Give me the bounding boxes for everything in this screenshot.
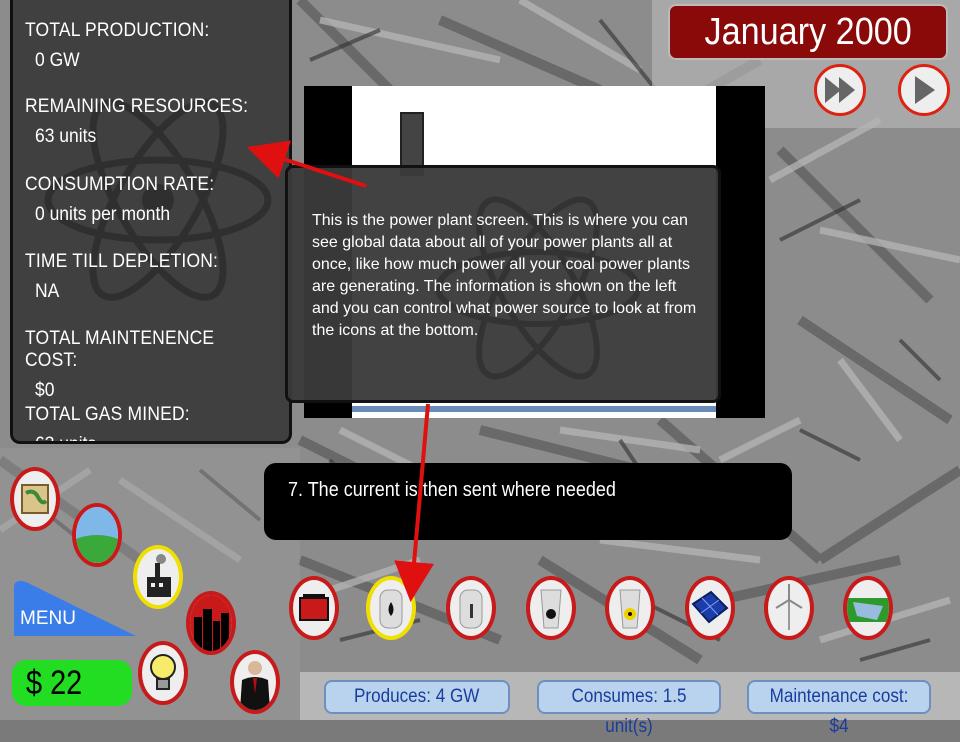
nav-factory-button[interactable] (133, 545, 183, 609)
stat-value: NA (35, 281, 60, 302)
nuclear-plant-icon (619, 589, 641, 629)
power-source-generator-button[interactable] (289, 576, 339, 640)
stat-total-maintenance-cost: TOTAL MAINTENENCE COST: $0 (25, 328, 289, 402)
factory-icon (147, 554, 171, 597)
step-text: 7. The current is then sent where needed (288, 479, 616, 501)
power-source-coal-button[interactable] (526, 576, 576, 640)
menu-button[interactable]: MENU (12, 578, 136, 636)
tutorial-step-message[interactable]: 7. The current is then sent where needed (264, 463, 792, 540)
consumes-text: Consumes: 1.5 unit(s) (571, 686, 687, 737)
fast-forward-icon (825, 77, 855, 103)
stats-panel: TOTAL PRODUCTION: 0 GW REMAINING RESOURC… (10, 0, 292, 444)
power-source-nuclear-button[interactable] (605, 576, 655, 640)
nav-landscape-button[interactable] (72, 503, 122, 567)
stat-total-production: TOTAL PRODUCTION: 0 GW (25, 20, 225, 72)
stat-label: TOTAL PRODUCTION: (25, 20, 210, 41)
fast-forward-button[interactable] (814, 64, 866, 116)
stat-label: TOTAL MAINTENENCE COST: (25, 328, 215, 371)
power-source-solar-button[interactable] (685, 576, 735, 640)
date-label: January 2000 (704, 11, 912, 53)
menu-label: MENU (20, 608, 76, 629)
stat-value: 63 units (35, 434, 191, 441)
stat-value: $0 (35, 380, 55, 401)
nav-advisor-button[interactable] (230, 650, 280, 714)
map-icon (21, 484, 49, 514)
gas-tank-icon (379, 589, 403, 629)
stat-value: 0 GW (35, 50, 80, 71)
illustration-water (352, 406, 716, 412)
stat-remaining-resources: REMAINING RESOURCES: 63 units (25, 96, 268, 148)
stat-consumption-rate: CONSUMPTION RATE: 0 units per month (25, 174, 231, 226)
power-source-gas-button[interactable] (366, 576, 416, 640)
nav-city-button[interactable] (186, 591, 236, 655)
solar-panel-icon (691, 590, 729, 624)
generator-icon (299, 594, 329, 621)
stat-label: REMAINING RESOURCES: (25, 96, 249, 117)
maintenance-pill: Maintenance cost: $4 (747, 680, 931, 737)
stat-label: CONSUMPTION RATE: (25, 174, 215, 195)
produces-pill: Produces: 4 GW (324, 680, 510, 714)
oil-tank-icon (459, 589, 483, 629)
consumes-pill: Consumes: 1.5 unit(s) (537, 680, 721, 737)
power-source-hydro-button[interactable] (843, 576, 893, 640)
hydro-dam-icon (847, 598, 889, 622)
stat-value: 0 units per month (35, 204, 171, 225)
date-display: January 2000 (668, 4, 948, 60)
tutorial-tooltip: This is the power plant screen. This is … (285, 165, 721, 403)
stat-value: 63 units (35, 126, 97, 147)
coal-plant-icon (540, 589, 562, 629)
stat-label: TIME TILL DEPLETION: (25, 251, 219, 272)
wind-turbine-icon (775, 584, 803, 630)
stat-total-gas-mined: TOTAL GAS MINED: 63 units (25, 404, 204, 441)
stat-label: TOTAL GAS MINED: (25, 404, 190, 425)
produces-text: Produces: 4 GW (354, 686, 480, 707)
advisor-icon (240, 661, 270, 710)
stat-time-till-depletion: TIME TILL DEPLETION: NA (25, 251, 235, 303)
nav-ideas-button[interactable] (138, 641, 188, 705)
landscape-icon (76, 507, 118, 563)
tooltip-text: This is the power plant screen. This is … (312, 212, 697, 339)
power-source-oil-button[interactable] (446, 576, 496, 640)
money-display: $ 22 (12, 660, 132, 706)
power-source-wind-button[interactable] (764, 576, 814, 640)
maintenance-text: Maintenance cost: $4 (769, 686, 909, 737)
play-icon (915, 76, 935, 104)
play-button[interactable] (898, 64, 950, 116)
money-value: $ 22 (26, 664, 83, 702)
nav-map-button[interactable] (10, 467, 60, 531)
lightbulb-icon (150, 654, 176, 690)
city-icon (190, 595, 232, 651)
